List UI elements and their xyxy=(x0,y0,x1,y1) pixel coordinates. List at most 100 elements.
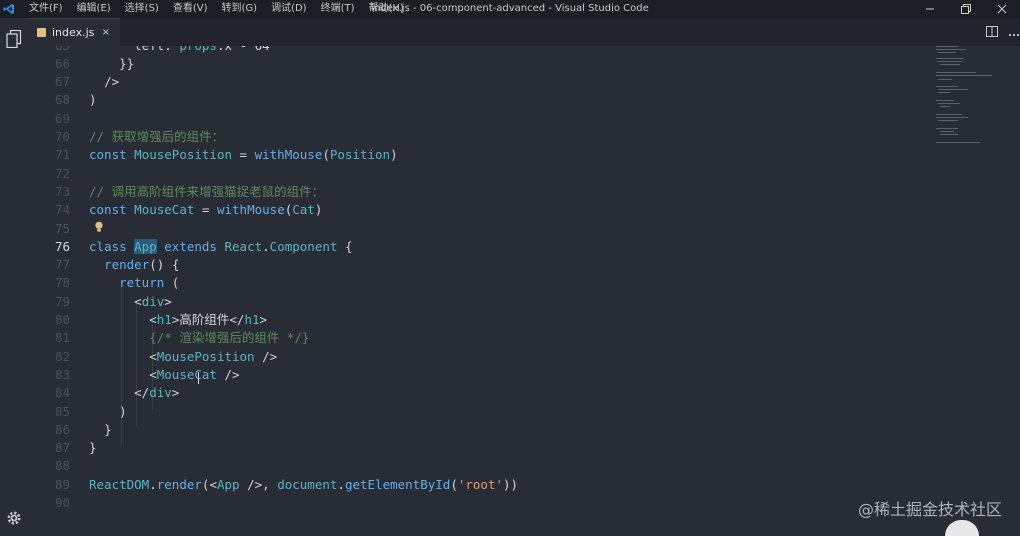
menu-terminal[interactable]: 终端(T) xyxy=(314,0,362,18)
code-text: const MouseCat = withMouse(Cat) xyxy=(89,202,323,218)
code-text: // 调用高阶组件来增强猫捉老鼠的组件： xyxy=(89,183,325,199)
code-text: return ( xyxy=(119,275,180,291)
line-number: 66 xyxy=(54,55,70,71)
explorer-icon[interactable] xyxy=(0,30,28,48)
line-number: 65 xyxy=(28,46,70,55)
code-text: <div> xyxy=(134,293,172,309)
split-editor-icon[interactable] xyxy=(986,26,998,40)
code-text: {/* 渲染增强后的组件 */} xyxy=(149,330,310,346)
code-text: const MousePosition = withMouse(Position… xyxy=(89,147,398,163)
line-number: 72 xyxy=(54,165,70,181)
code-text: } xyxy=(104,421,112,437)
code-text: class App extends React.Component { xyxy=(89,238,353,254)
code-text: </div> xyxy=(134,385,180,401)
tab-bar: index.js × xyxy=(28,18,1020,46)
code-line[interactable]: 85 ) xyxy=(28,403,928,421)
menu-bar: 文件(F) 编辑(E) 选择(S) 查看(V) 转到(G) 调试(D) 终端(T… xyxy=(22,0,411,18)
tab-index-js[interactable]: index.js × xyxy=(28,18,120,46)
line-number: 77 xyxy=(54,257,70,273)
code-line[interactable]: 78 return ( xyxy=(28,274,928,292)
close-window-icon[interactable] xyxy=(984,0,1020,18)
line-number: 71 xyxy=(54,147,70,163)
code-text: /> xyxy=(104,74,120,90)
menu-selection[interactable]: 选择(S) xyxy=(118,0,166,18)
code-text: <h1>高阶组件</h1> xyxy=(149,312,268,327)
menu-debug[interactable]: 调试(D) xyxy=(264,0,314,18)
line-number: 87 xyxy=(54,440,70,456)
code-line[interactable]: 82 <MousePosition /> xyxy=(28,348,928,366)
menu-help[interactable]: 帮助(H) xyxy=(362,0,411,18)
code-text: left: props.x - 64 xyxy=(89,46,270,55)
code-text: } xyxy=(89,440,97,456)
code-line[interactable]: 88 xyxy=(28,457,928,475)
code-line[interactable]: 73 // 调用高阶组件来增强猫捉老鼠的组件： xyxy=(28,183,928,201)
code-line[interactable]: 81 {/* 渲染增强后的组件 */} xyxy=(28,329,928,347)
line-number: 69 xyxy=(54,110,70,126)
line-number: 76 xyxy=(54,238,70,254)
code-line[interactable]: 87} xyxy=(28,439,928,457)
code-line[interactable]: 75 xyxy=(28,220,928,238)
code-line[interactable]: 74 const MouseCat = withMouse(Cat) xyxy=(28,201,928,219)
code-line[interactable]: 68) xyxy=(28,91,928,109)
line-number: 89 xyxy=(54,476,70,492)
title-bar: 文件(F) 编辑(E) 选择(S) 查看(V) 转到(G) 调试(D) 终端(T… xyxy=(0,0,1020,18)
code-line[interactable]: 80 <h1>高阶组件</h1> xyxy=(28,311,928,329)
maximize-icon[interactable] xyxy=(948,0,984,18)
window-controls xyxy=(912,0,1020,18)
code-text: }} xyxy=(119,55,135,71)
menu-edit[interactable]: 编辑(E) xyxy=(70,0,118,18)
line-number: 75 xyxy=(54,220,70,236)
line-number: 79 xyxy=(54,293,70,309)
code-text: render() { xyxy=(104,257,180,273)
text-cursor-icon xyxy=(198,372,205,384)
code-line[interactable]: 90 xyxy=(28,494,928,512)
tab-close-icon[interactable]: × xyxy=(102,27,110,38)
line-number: 84 xyxy=(54,385,70,401)
menu-file[interactable]: 文件(F) xyxy=(22,0,70,18)
line-number: 86 xyxy=(54,421,70,437)
line-number: 74 xyxy=(54,202,70,218)
code-line[interactable]: 67 /> xyxy=(28,73,928,91)
line-number: 67 xyxy=(54,74,70,90)
code-line[interactable]: 71 const MousePosition = withMouse(Positi… xyxy=(28,146,928,164)
line-number: 81 xyxy=(54,330,70,346)
minimap[interactable] xyxy=(934,46,1004,156)
line-number: 80 xyxy=(54,312,70,327)
tab-label: index.js xyxy=(52,26,95,39)
settings-gear-icon[interactable] xyxy=(0,510,28,526)
menu-view[interactable]: 查看(V) xyxy=(166,0,215,18)
minimize-icon[interactable] xyxy=(912,0,948,18)
js-file-icon xyxy=(37,28,46,37)
code-line[interactable]: 65 left: props.x - 64 xyxy=(28,46,928,55)
code-line[interactable]: 79 <div> xyxy=(28,293,928,311)
line-number: 70 xyxy=(54,129,70,144)
code-text: ReactDOM.render(<App />, document.getEle… xyxy=(89,476,519,492)
code-text: // 获取增强后的组件： xyxy=(89,129,225,144)
code-line[interactable]: 70 // 获取增强后的组件： xyxy=(28,128,928,146)
code-line[interactable]: 76 class App extends React.Component { xyxy=(28,238,928,256)
code-text: <MouseCat /> xyxy=(149,366,240,382)
line-number: 83 xyxy=(54,366,70,382)
code-line[interactable]: 77 render() { xyxy=(28,256,928,274)
menu-go[interactable]: 转到(G) xyxy=(215,0,265,18)
code-text: ) xyxy=(119,403,127,419)
line-number: 68 xyxy=(54,92,70,108)
code-line[interactable]: 83 <MouseCat /> xyxy=(28,366,928,384)
code-line[interactable]: 69 xyxy=(28,110,928,128)
line-number: 85 xyxy=(54,403,70,419)
code-line[interactable]: 89 ReactDOM.render(<App />, document.getE… xyxy=(28,476,928,494)
line-number: 73 xyxy=(54,183,70,199)
code-editor[interactable]: @稀土掘金技术社区 65 left: props.x - 6466 }}67 /… xyxy=(28,46,1020,536)
line-number: 90 xyxy=(54,495,70,510)
activity-bar xyxy=(0,18,28,536)
code-line[interactable]: 86 } xyxy=(28,421,928,439)
more-actions-icon[interactable] xyxy=(1008,26,1020,40)
code-line[interactable]: 84 </div> xyxy=(28,384,928,402)
code-text: <MousePosition /> xyxy=(149,348,278,364)
line-number: 88 xyxy=(54,458,70,474)
code-line[interactable]: 66 }} xyxy=(28,55,928,73)
code-line[interactable]: 72 xyxy=(28,165,928,183)
line-number: 82 xyxy=(54,348,70,364)
code-text: ) xyxy=(89,92,97,108)
vscode-logo-icon xyxy=(2,2,16,16)
